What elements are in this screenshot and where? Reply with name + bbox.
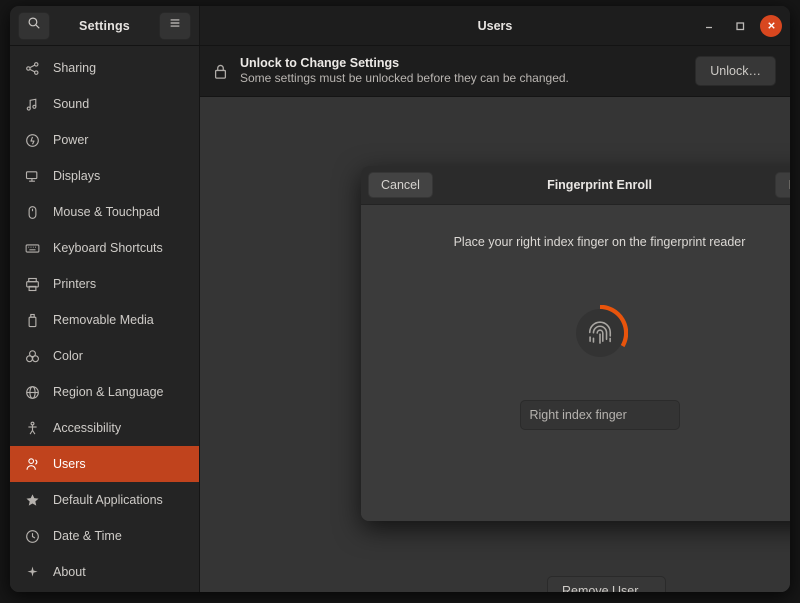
- sidebar-item-label: Printers: [53, 277, 96, 291]
- sidebar-item-label: About: [53, 565, 86, 579]
- sidebar-item-label: Mouse & Touchpad: [53, 205, 160, 219]
- sidebar-item-label: Power: [53, 133, 88, 147]
- sidebar-item-printers[interactable]: Printers: [10, 266, 199, 302]
- users-content: Unlock to Change Settings Some settings …: [200, 46, 790, 592]
- finger-name-area: [361, 400, 790, 430]
- users-icon: [24, 456, 41, 473]
- desktop-background: Settings Users: [0, 0, 800, 603]
- globe-icon: [24, 384, 41, 401]
- menu-button[interactable]: [159, 12, 191, 40]
- sidebar-item-label: Default Applications: [53, 493, 163, 507]
- sidebar-item-label: Users: [53, 457, 86, 471]
- maximize-button[interactable]: [729, 15, 751, 37]
- sidebar-item-label: Color: [53, 349, 83, 363]
- settings-sidebar: Sharing Sound Po: [10, 46, 200, 592]
- main-titlebar: Users: [200, 6, 790, 45]
- window-body: Sharing Sound Po: [10, 46, 790, 592]
- app-title: Settings: [50, 19, 159, 33]
- sidebar-item-users[interactable]: Users: [10, 446, 199, 482]
- display-icon: [24, 168, 41, 185]
- accessibility-icon: [24, 420, 41, 437]
- sound-icon: [24, 96, 41, 113]
- cancel-button[interactable]: Cancel: [368, 172, 433, 198]
- color-icon: [24, 348, 41, 365]
- window-titlebar: Settings Users: [10, 6, 790, 46]
- power-icon: [24, 132, 41, 149]
- dialog-header: Cancel Fingerprint Enroll Done: [361, 166, 790, 205]
- dialog-message: Place your right index finger on the fin…: [361, 205, 790, 249]
- done-button[interactable]: Done: [775, 172, 790, 198]
- sidebar-item-keyboard-shortcuts[interactable]: Keyboard Shortcuts: [10, 230, 199, 266]
- close-button[interactable]: [760, 15, 782, 37]
- sidebar-item-label: Accessibility: [53, 421, 121, 435]
- sidebar-item-power[interactable]: Power: [10, 122, 199, 158]
- settings-window: Settings Users: [10, 6, 790, 592]
- sidebar-item-label: Sound: [53, 97, 89, 111]
- sidebar-item-accessibility[interactable]: Accessibility: [10, 410, 199, 446]
- sidebar-item-mouse-touchpad[interactable]: Mouse & Touchpad: [10, 194, 199, 230]
- keyboard-icon: [24, 240, 41, 257]
- sidebar-item-sound[interactable]: Sound: [10, 86, 199, 122]
- hamburger-menu-icon: [168, 16, 182, 35]
- sidebar-header: Settings: [10, 6, 200, 45]
- sidebar-item-region-language[interactable]: Region & Language: [10, 374, 199, 410]
- sidebar-item-label: Removable Media: [53, 313, 154, 327]
- fingerprint-icon: [576, 309, 624, 357]
- share-icon: [24, 60, 41, 77]
- sidebar-item-default-applications[interactable]: Default Applications: [10, 482, 199, 518]
- dialog-body: Place your right index finger on the fin…: [361, 205, 790, 521]
- sidebar-item-removable-media[interactable]: Removable Media: [10, 302, 199, 338]
- sidebar-item-label: Keyboard Shortcuts: [53, 241, 163, 255]
- printer-icon: [24, 276, 41, 293]
- sidebar-item-label: Displays: [53, 169, 100, 183]
- sidebar-item-sharing[interactable]: Sharing: [10, 50, 199, 86]
- finger-name-input[interactable]: [520, 400, 680, 430]
- sidebar-item-label: Date & Time: [53, 529, 122, 543]
- sidebar-item-date-time[interactable]: Date & Time: [10, 518, 199, 554]
- window-controls: [698, 6, 782, 45]
- about-icon: [24, 564, 41, 581]
- mouse-icon: [24, 204, 41, 221]
- sidebar-item-label: Sharing: [53, 61, 96, 75]
- clock-icon: [24, 528, 41, 545]
- removable-media-icon: [24, 312, 41, 329]
- search-icon: [27, 16, 41, 35]
- fingerprint-progress-area: [361, 305, 790, 361]
- search-button[interactable]: [18, 12, 50, 40]
- fingerprint-progress-ring: [572, 305, 628, 361]
- sidebar-item-about[interactable]: About: [10, 554, 199, 590]
- fingerprint-enroll-dialog: Cancel Fingerprint Enroll Done Place you…: [361, 166, 790, 521]
- minimize-button[interactable]: [698, 15, 720, 37]
- sidebar-item-label: Region & Language: [53, 385, 164, 399]
- sidebar-item-color[interactable]: Color: [10, 338, 199, 374]
- star-icon: [24, 492, 41, 509]
- sidebar-item-displays[interactable]: Displays: [10, 158, 199, 194]
